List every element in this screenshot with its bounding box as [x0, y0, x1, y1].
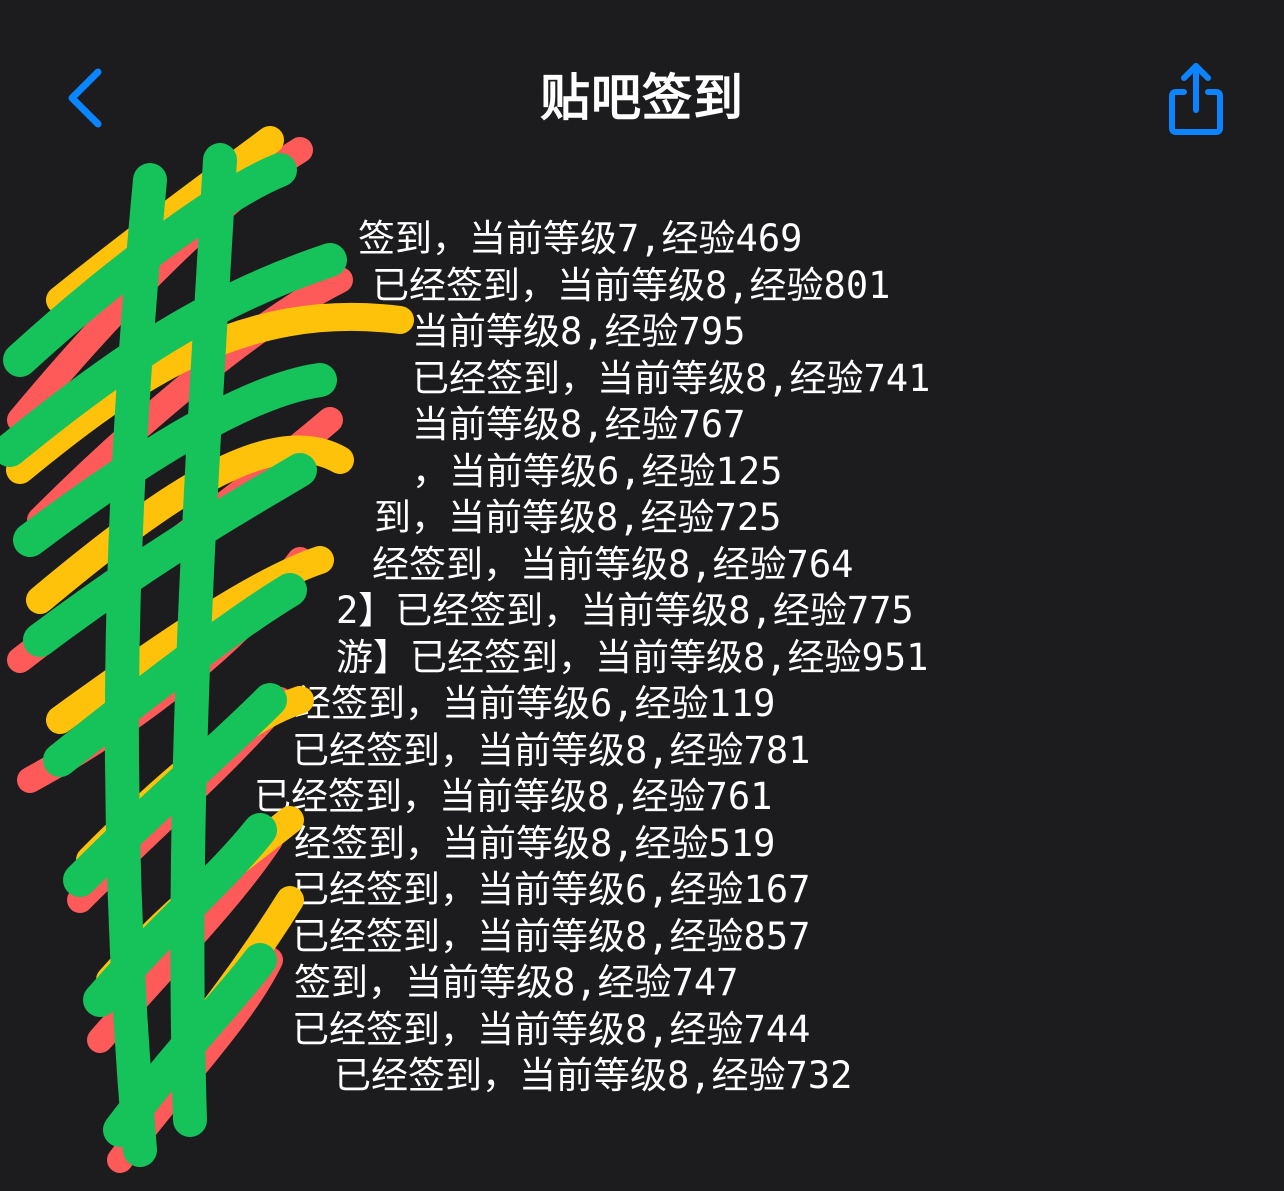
log-line: 到，当前等级8,经验725	[374, 496, 782, 539]
log-line: 已经签到，当前等级6,经验167	[292, 868, 811, 911]
log-line: 已经签到，当前等级8,经验857	[292, 914, 811, 958]
log-line: 签到，当前等级7,经验469	[358, 217, 803, 260]
log-line: 经签到，当前等级8,经验519	[294, 821, 776, 865]
log-line: 当前等级8,经验767	[412, 403, 746, 446]
log-line: 已经签到，当前等级8,经验801	[372, 263, 891, 307]
share-button[interactable]	[1160, 58, 1232, 138]
log-line: 2】已经签到，当前等级8,经验775	[336, 589, 914, 632]
log-line: 经签到，当前等级8,经验764	[372, 542, 854, 586]
log-line: 签到，当前等级8,经验747	[294, 961, 739, 1004]
sign-in-log: 签到，当前等级7,经验469 已经签到，当前等级8,经验801 当前等级8,经验79…	[0, 216, 1284, 1116]
log-line: ，当前等级6,经验125	[412, 449, 783, 493]
log-line: 已经签到，当前等级8,经验744	[292, 1007, 811, 1051]
share-icon	[1169, 63, 1223, 135]
log-line: 游】已经签到，当前等级8,经验951	[336, 635, 929, 679]
log-line: 经签到，当前等级6,经验119	[294, 682, 776, 725]
log-line: 已经签到，当前等级8,经验741	[412, 356, 931, 400]
navigation-bar: 贴吧签到	[0, 0, 1284, 200]
page-title: 贴吧签到	[540, 69, 744, 127]
log-line: 已经签到，当前等级8,经验732	[334, 1054, 853, 1097]
log-line: 已经签到，当前等级8,经验781	[292, 728, 811, 772]
log-line: 当前等级8,经验795	[412, 310, 746, 353]
log-line: 已经签到，当前等级8,经验761	[254, 775, 773, 818]
